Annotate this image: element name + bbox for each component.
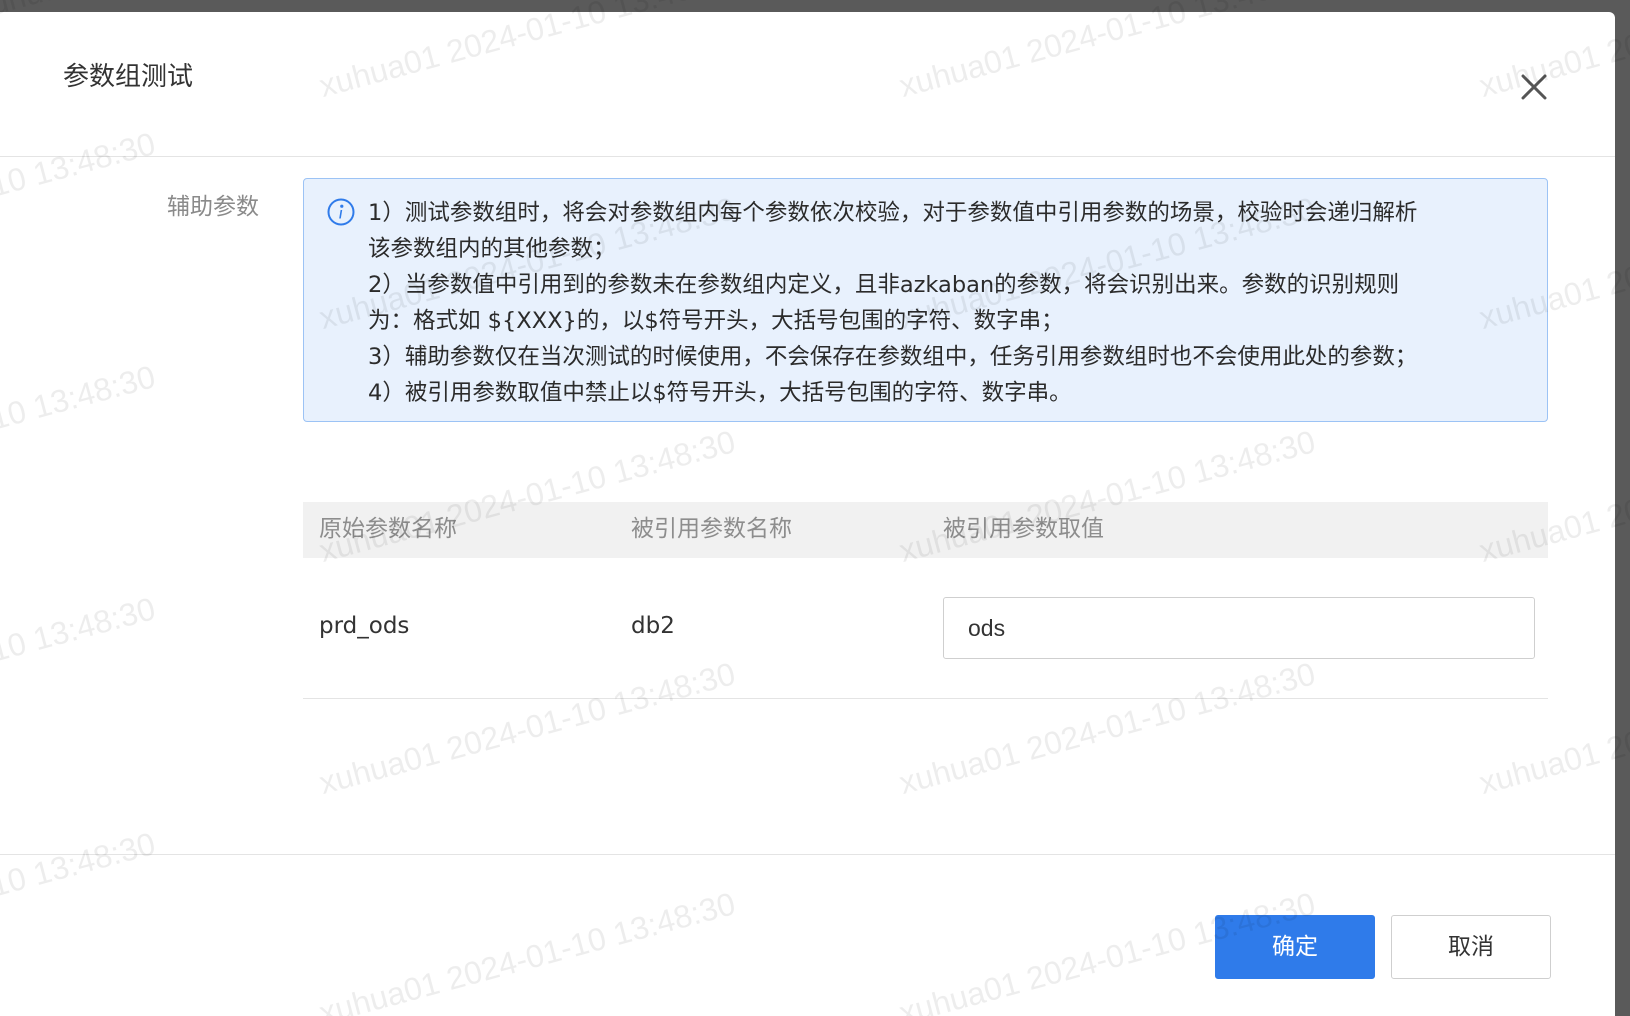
info-circle-icon bbox=[327, 198, 355, 226]
cancel-button[interactable]: 取消 bbox=[1391, 915, 1551, 979]
info-text: 1）测试参数组时，将会对参数组内每个参数依次校验，对于参数值中引用参数的场景，校… bbox=[368, 195, 1518, 411]
info-line: 为：格式如 ${XXX}的，以$符号开头，大括号包围的字符、数字串； bbox=[368, 308, 1064, 334]
table-header: 原始参数名称 被引用参数名称 被引用参数取值 bbox=[303, 502, 1548, 558]
confirm-button[interactable]: 确定 bbox=[1215, 915, 1375, 979]
info-line: 该参数组内的其他参数； bbox=[368, 236, 616, 262]
dialog-footer: 确定 取消 bbox=[0, 854, 1615, 1016]
param-group-test-dialog: 参数组测试 辅助参数 1）测试参数组时，将会对参数组内每个参数依次校验，对于参数… bbox=[0, 12, 1615, 1016]
dialog-header: 参数组测试 bbox=[0, 12, 1615, 157]
info-line: 2）当参数值中引用到的参数未在参数组内定义，且非azkaban的参数，将会识别出… bbox=[368, 272, 1400, 298]
cell-referenced-name: db2 bbox=[631, 613, 675, 639]
header-original-name: 原始参数名称 bbox=[319, 516, 457, 542]
cell-original-name: prd_ods bbox=[319, 613, 410, 639]
dialog-title: 参数组测试 bbox=[63, 62, 194, 92]
aux-params-label: 辅助参数 bbox=[167, 194, 259, 220]
table-row: prd_ods db2 bbox=[303, 558, 1548, 699]
params-table: 原始参数名称 被引用参数名称 被引用参数取值 prd_ods db2 bbox=[303, 502, 1548, 699]
referenced-value-input[interactable] bbox=[943, 597, 1535, 659]
info-alert: 1）测试参数组时，将会对参数组内每个参数依次校验，对于参数值中引用参数的场景，校… bbox=[303, 178, 1548, 422]
close-button[interactable] bbox=[1517, 70, 1551, 104]
info-line: 4）被引用参数取值中禁止以$符号开头，大括号包围的字符、数字串。 bbox=[368, 380, 1072, 406]
header-referenced-name: 被引用参数名称 bbox=[631, 516, 792, 542]
info-line: 3）辅助参数仅在当次测试的时候使用，不会保存在参数组中，任务引用参数组时也不会使… bbox=[368, 344, 1418, 370]
info-line: 1）测试参数组时，将会对参数组内每个参数依次校验，对于参数值中引用参数的场景，校… bbox=[368, 200, 1418, 226]
close-icon bbox=[1521, 74, 1547, 100]
header-referenced-value: 被引用参数取值 bbox=[943, 516, 1104, 542]
